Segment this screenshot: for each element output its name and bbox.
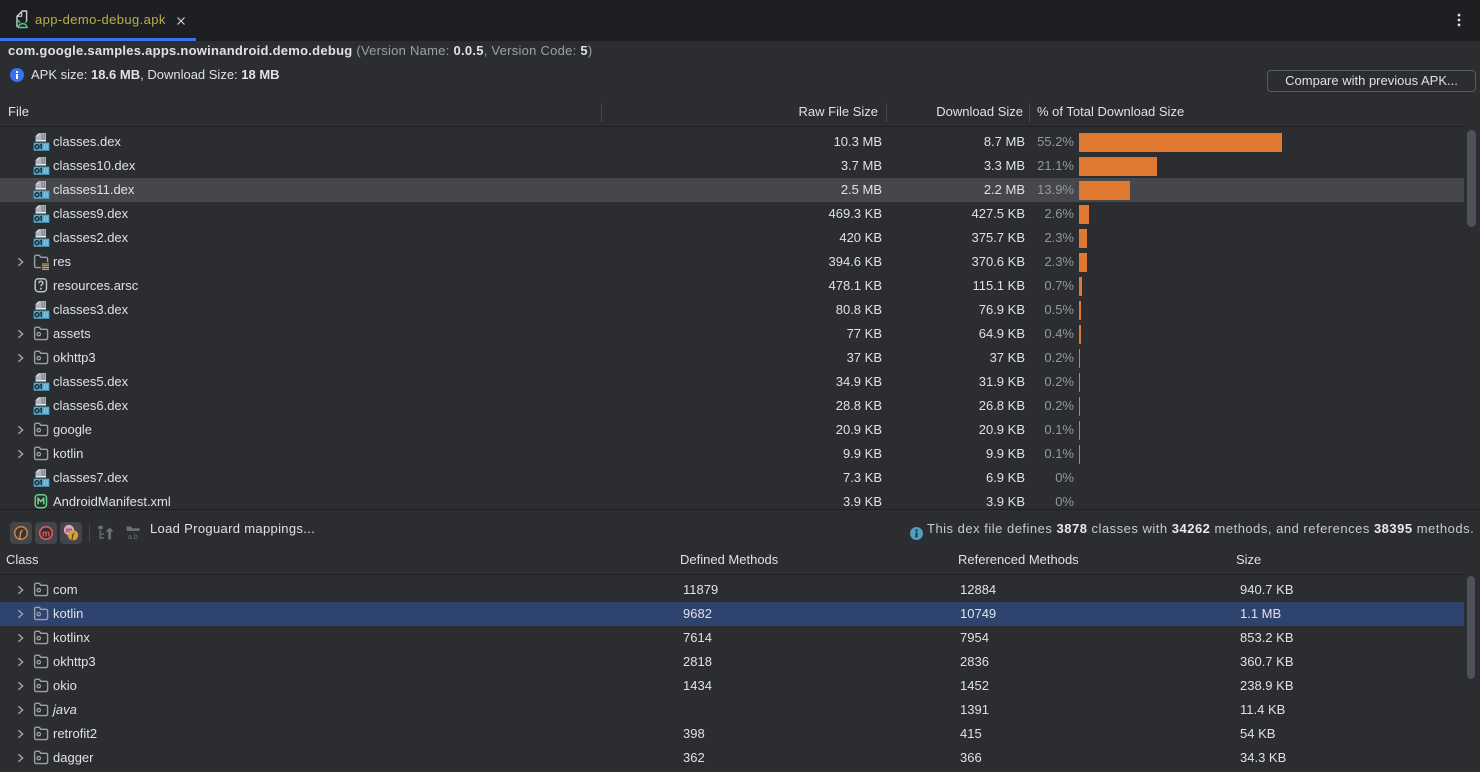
svg-text:a.b: a.b [128, 534, 138, 541]
svg-text:m: m [42, 528, 50, 538]
